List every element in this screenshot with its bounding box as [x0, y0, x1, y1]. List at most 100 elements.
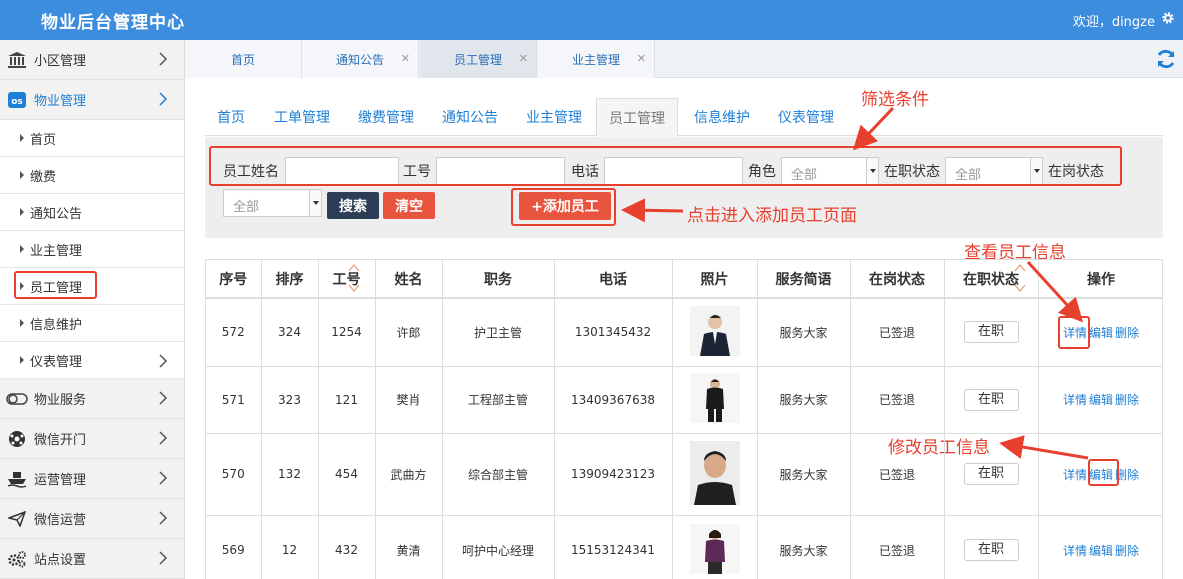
cell-sort: 132	[261, 433, 319, 516]
clear-button[interactable]: 清空	[383, 192, 435, 219]
sidebar-item-operations[interactable]: 运营管理	[0, 459, 184, 499]
inner-tab-staff[interactable]: 员工管理	[596, 98, 678, 137]
employ-status-button[interactable]: 在职	[963, 388, 1019, 411]
cell-title: 工程部主管	[442, 366, 555, 434]
cell-title: 护卫主管	[442, 298, 555, 367]
employ-status-button[interactable]: 在职	[963, 321, 1019, 344]
close-icon[interactable]: ✕	[401, 52, 410, 65]
delete-link[interactable]: 删除	[1115, 393, 1139, 407]
employ-status-button[interactable]: 在职	[963, 463, 1019, 485]
cell-name: 许郎	[375, 298, 443, 367]
sort-icon[interactable]	[347, 263, 361, 293]
inner-tab-info[interactable]: 信息维护	[683, 98, 761, 136]
filter-highlight-box	[209, 146, 1122, 186]
tab-label: 通知公告	[335, 52, 384, 67]
duty-select[interactable]: 全部	[223, 189, 322, 217]
os-icon: os	[6, 89, 28, 111]
sidebar-sub-label: 通知公告	[30, 206, 83, 222]
send-icon	[6, 508, 28, 530]
tab-staff[interactable]: 员工管理 ✕	[420, 40, 537, 78]
sidebar-sub-home[interactable]: 首页	[0, 120, 184, 157]
sidebar-sub-notice[interactable]: 通知公告	[0, 194, 184, 231]
edit-link[interactable]: 编辑	[1089, 393, 1113, 407]
staff-photo	[689, 523, 740, 574]
detail-link[interactable]: 详情	[1063, 544, 1087, 558]
app-title: 物业后台管理中心	[41, 13, 185, 33]
col-header-sort[interactable]: 排序	[261, 260, 319, 299]
detail-highlight-box	[1058, 316, 1090, 349]
sidebar-item-service[interactable]: 物业服务	[0, 379, 184, 419]
cell-motto: 服务大家	[757, 515, 851, 579]
col-header-title: 职务	[442, 260, 555, 299]
tab-home[interactable]: 首页	[185, 40, 302, 78]
sidebar-item-wechat-ops[interactable]: 微信运营	[0, 499, 184, 539]
inner-tab-owner[interactable]: 业主管理	[515, 98, 593, 136]
staff-photo	[689, 373, 740, 423]
sidebar-item-community[interactable]: 小区管理	[0, 40, 184, 80]
svg-text:os: os	[11, 97, 23, 107]
sidebar-item-site-settings[interactable]: 站点设置	[0, 539, 184, 579]
inner-tab-home[interactable]: 首页	[205, 98, 257, 136]
sidebar-item-property[interactable]: os 物业管理	[0, 80, 184, 120]
table-row: 570 132 454 武曲方 综合部主管 13909423123 服务大家 已…	[206, 433, 1162, 516]
sidebar-sub-meter[interactable]: 仪表管理	[0, 342, 184, 379]
chevron-right-icon	[159, 92, 168, 106]
detail-link[interactable]: 详情	[1063, 468, 1087, 482]
dropdown-arrow-icon	[309, 190, 321, 216]
cell-ops: 详情 编辑 删除	[1038, 298, 1162, 367]
delete-link[interactable]: 删除	[1115, 544, 1139, 558]
cell-duty: 已签退	[850, 515, 945, 579]
cell-name: 樊肖	[375, 366, 443, 434]
col-header-photo: 照片	[672, 260, 758, 299]
close-icon[interactable]: ✕	[519, 52, 528, 65]
sidebar-item-wechat-door[interactable]: 微信开门	[0, 419, 184, 459]
gear-icon[interactable]	[1161, 11, 1175, 25]
cell-no: 570	[206, 433, 262, 516]
tab-owner[interactable]: 业主管理 ✕	[538, 40, 655, 78]
cell-motto: 服务大家	[757, 298, 851, 367]
edit-link[interactable]: 编辑	[1089, 544, 1113, 558]
cell-duty: 已签退	[850, 433, 945, 516]
col-header-phone: 电话	[554, 260, 673, 299]
refresh-icon[interactable]	[1155, 48, 1177, 70]
staff-photo	[689, 440, 740, 505]
cell-name: 黄清	[375, 515, 443, 579]
edit-link[interactable]: 编辑	[1089, 326, 1113, 340]
sidebar-sub-label: 缴费	[30, 169, 57, 185]
caret-right-icon	[20, 245, 24, 253]
close-icon[interactable]: ✕	[637, 52, 646, 65]
cell-id: 1254	[318, 298, 376, 367]
caret-right-icon	[20, 208, 24, 216]
cell-title: 综合部主管	[442, 433, 555, 516]
sort-icon[interactable]	[1013, 263, 1027, 293]
chevron-right-icon	[159, 391, 168, 405]
sidebar-item-label: 微信运营	[34, 513, 87, 528]
inner-tab-notice[interactable]: 通知公告	[431, 98, 509, 136]
sidebar-sub-payment[interactable]: 缴费	[0, 157, 184, 194]
search-button[interactable]: 搜索	[327, 192, 379, 219]
sidebar-sub-owner[interactable]: 业主管理	[0, 231, 184, 268]
cell-name: 武曲方	[375, 433, 443, 516]
caret-right-icon	[20, 134, 24, 142]
cell-phone: 13909423123	[554, 433, 673, 516]
cell-no: 571	[206, 366, 262, 434]
cell-ops: 详情 编辑 删除	[1038, 515, 1162, 579]
sidebar-sub-info[interactable]: 信息维护	[0, 305, 184, 342]
edit-highlight-box	[1088, 459, 1119, 486]
col-header-duty: 在岗状态	[850, 260, 945, 299]
inner-tab-payment[interactable]: 缴费管理	[347, 98, 425, 136]
delete-link[interactable]: 删除	[1115, 326, 1139, 340]
detail-link[interactable]: 详情	[1063, 393, 1087, 407]
cell-employ: 在职	[944, 366, 1039, 434]
sidebar-item-label: 运营管理	[34, 473, 87, 488]
cell-motto: 服务大家	[757, 366, 851, 434]
col-header-no: 序号	[206, 260, 262, 299]
tab-notice[interactable]: 通知公告 ✕	[302, 40, 419, 78]
employ-status-button[interactable]: 在职	[963, 539, 1019, 561]
cell-employ: 在职	[944, 515, 1039, 579]
bank-icon	[6, 49, 28, 71]
inner-tab-meter[interactable]: 仪表管理	[767, 98, 845, 136]
tab-strip: 首页 通知公告 ✕ 员工管理 ✕ 业主管理 ✕	[185, 40, 1183, 78]
inner-tab-workorder[interactable]: 工单管理	[263, 98, 341, 136]
chevron-right-icon	[159, 471, 168, 485]
